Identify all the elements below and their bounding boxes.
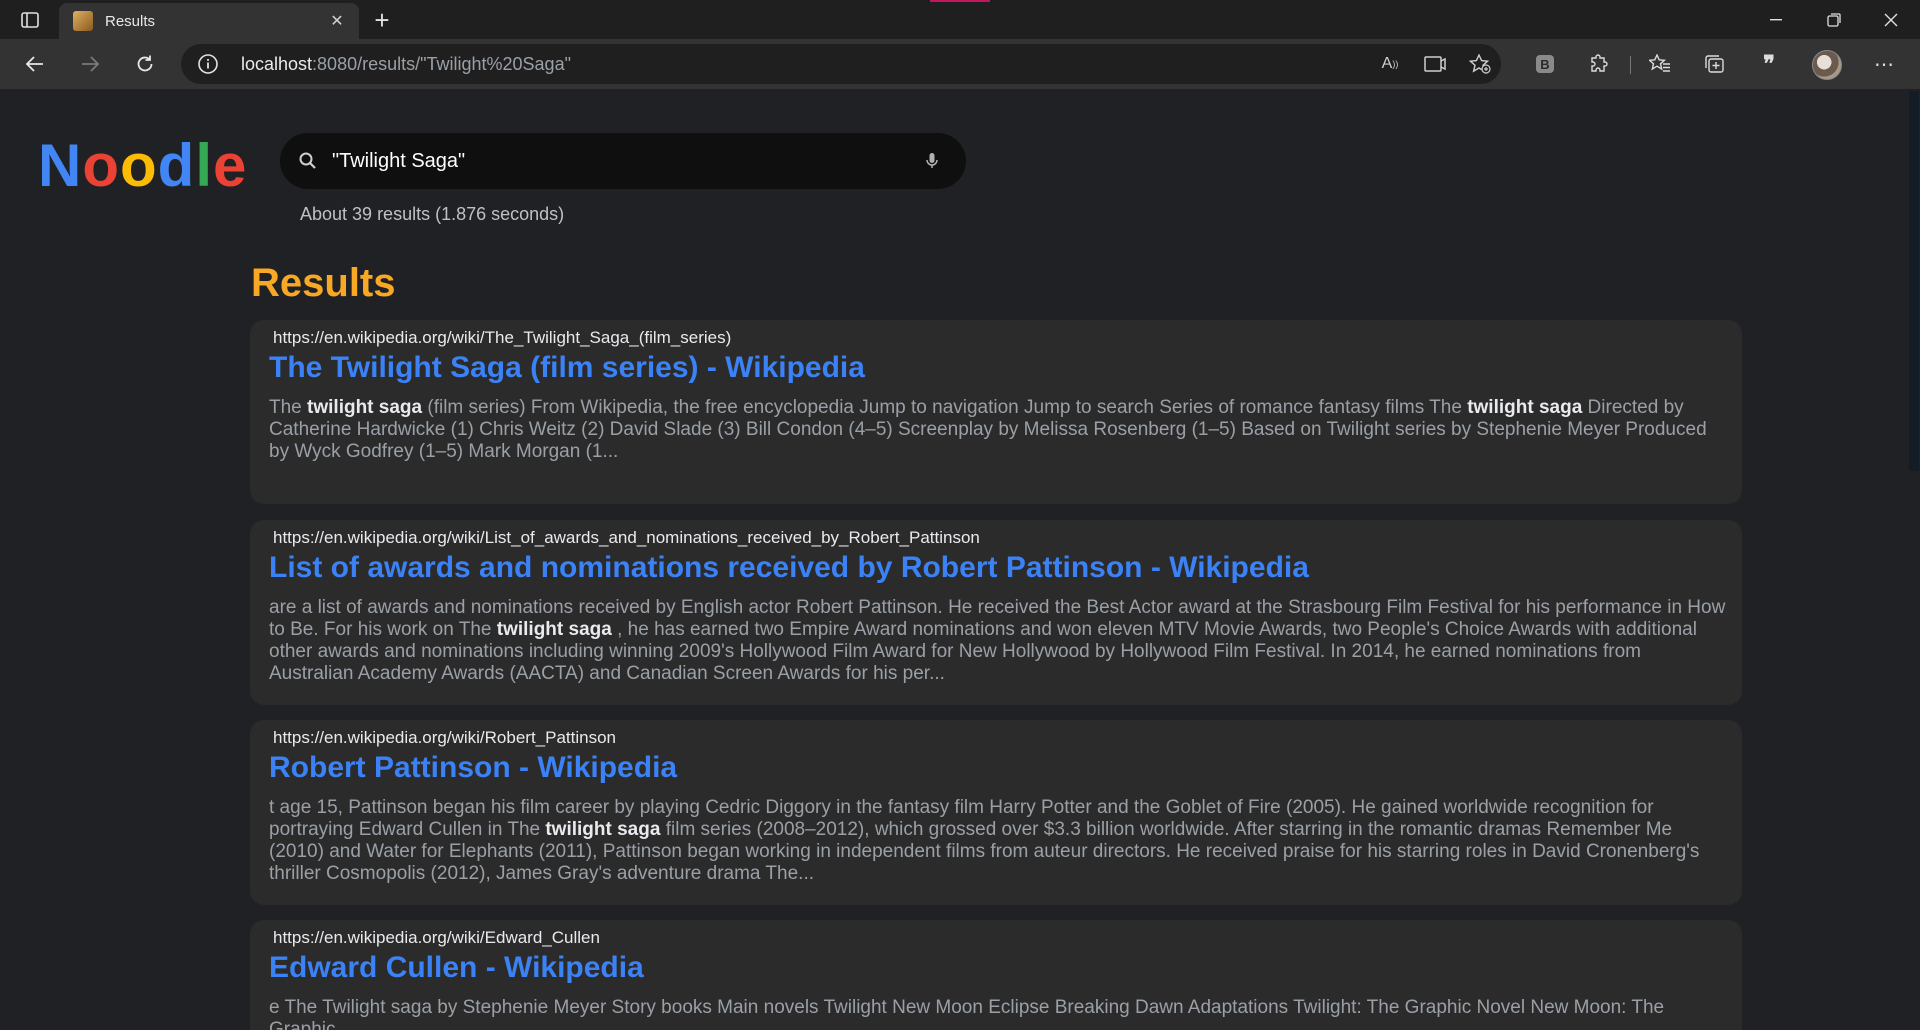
result-title-link[interactable]: List of awards and nominations received … [269, 551, 1728, 585]
result-url[interactable]: https://en.wikipedia.org/wiki/Robert_Pat… [269, 728, 1728, 748]
browser-tab-bar: Results ✕ + [0, 0, 1920, 39]
minimize-icon[interactable] [1747, 0, 1805, 39]
highlighted-term: twilight saga [496, 619, 612, 640]
result-snippet: t age 15, Pattinson began his film caree… [269, 797, 1728, 885]
read-aloud-icon[interactable]: A)) [1377, 52, 1403, 76]
search-icon[interactable] [296, 149, 320, 173]
browser-toolbar: localhost:8080/results/"Twilight%20Saga"… [0, 39, 1920, 89]
result-card: https://en.wikipedia.org/wiki/The_Twilig… [250, 320, 1742, 504]
highlighted-term: twilight saga [1467, 397, 1583, 418]
tab-close-icon[interactable]: ✕ [325, 11, 349, 31]
tab-actions-icon[interactable] [14, 8, 46, 32]
result-card: https://en.wikipedia.org/wiki/Edward_Cul… [250, 920, 1742, 1030]
tab-favicon-icon [73, 11, 93, 31]
result-title-link[interactable]: The Twilight Saga (film series) - Wikipe… [269, 351, 1728, 385]
result-title-link[interactable]: Robert Pattinson - Wikipedia [269, 751, 1728, 785]
address-bar[interactable]: localhost:8080/results/"Twilight%20Saga"… [181, 44, 1501, 84]
url-host: localhost [241, 54, 313, 74]
tab-title: Results [105, 12, 156, 30]
site-info-icon[interactable] [197, 53, 219, 75]
noodle-logo[interactable]: Noodle [38, 131, 247, 200]
refresh-icon[interactable] [127, 48, 163, 80]
highlighted-term: twilight saga [307, 397, 423, 418]
extensions-icon[interactable] [1582, 48, 1616, 80]
scrollbar-thumb[interactable] [1909, 91, 1919, 471]
result-snippet: The twilight saga (film series) From Wik… [269, 397, 1728, 463]
svg-text:B: B [1540, 57, 1549, 72]
tab-accent-bar [930, 0, 990, 2]
result-title-link[interactable]: Edward Cullen - Wikipedia [269, 951, 1728, 985]
result-stats: About 39 results (1.876 seconds) [300, 204, 565, 224]
result-card: https://en.wikipedia.org/wiki/Robert_Pat… [250, 720, 1742, 905]
page-content: Noodle About 39 results (1.876 seconds) … [0, 89, 1920, 1030]
result-snippet: are a list of awards and nominations rec… [269, 597, 1728, 685]
close-window-icon[interactable] [1862, 0, 1920, 39]
result-url[interactable]: https://en.wikipedia.org/wiki/Edward_Cul… [269, 928, 1728, 948]
favorites-icon[interactable] [1643, 48, 1677, 80]
collections-icon[interactable] [1698, 48, 1732, 80]
scrollbar[interactable] [1908, 89, 1920, 1030]
quote-icon[interactable]: ❞ [1752, 48, 1786, 80]
toolbar-separator [1630, 56, 1631, 74]
snippet-text: e The Twilight saga by Stephenie Meyer S… [269, 997, 1665, 1030]
url-text[interactable]: localhost:8080/results/"Twilight%20Saga" [241, 54, 571, 75]
logo-letter: e [212, 132, 248, 199]
browser-tab[interactable]: Results ✕ [59, 3, 359, 39]
logo-letter: d [157, 132, 196, 199]
search-input[interactable] [332, 143, 892, 179]
logo-letter: N [38, 132, 83, 199]
results-heading: Results [251, 261, 396, 305]
url-path: :8080/results/"Twilight%20Saga" [312, 54, 571, 74]
snippet-text: (film series) From Wikipedia, the free e… [422, 397, 1468, 418]
microphone-icon[interactable] [920, 149, 944, 173]
snippet-text: The [269, 397, 308, 418]
profile-avatar[interactable] [1812, 50, 1842, 80]
result-card: https://en.wikipedia.org/wiki/List_of_aw… [250, 520, 1742, 705]
more-options-icon[interactable]: ⋯ [1867, 48, 1901, 80]
back-icon[interactable] [17, 48, 53, 80]
add-favorite-icon[interactable] [1467, 52, 1493, 76]
logo-letter: o [120, 132, 158, 199]
immersive-reader-icon[interactable] [1422, 52, 1448, 76]
result-url[interactable]: https://en.wikipedia.org/wiki/List_of_aw… [269, 528, 1728, 548]
extension-shield-icon[interactable]: B [1528, 48, 1562, 80]
forward-icon[interactable] [72, 48, 108, 80]
restore-icon[interactable] [1805, 0, 1863, 39]
result-url[interactable]: https://en.wikipedia.org/wiki/The_Twilig… [269, 328, 1728, 348]
new-tab-icon[interactable]: + [368, 6, 396, 34]
result-snippet: e The Twilight saga by Stephenie Meyer S… [269, 997, 1728, 1030]
logo-letter: l [195, 132, 213, 199]
logo-letter: o [82, 132, 120, 199]
search-bar [280, 133, 966, 189]
highlighted-term: twilight saga [545, 819, 661, 840]
